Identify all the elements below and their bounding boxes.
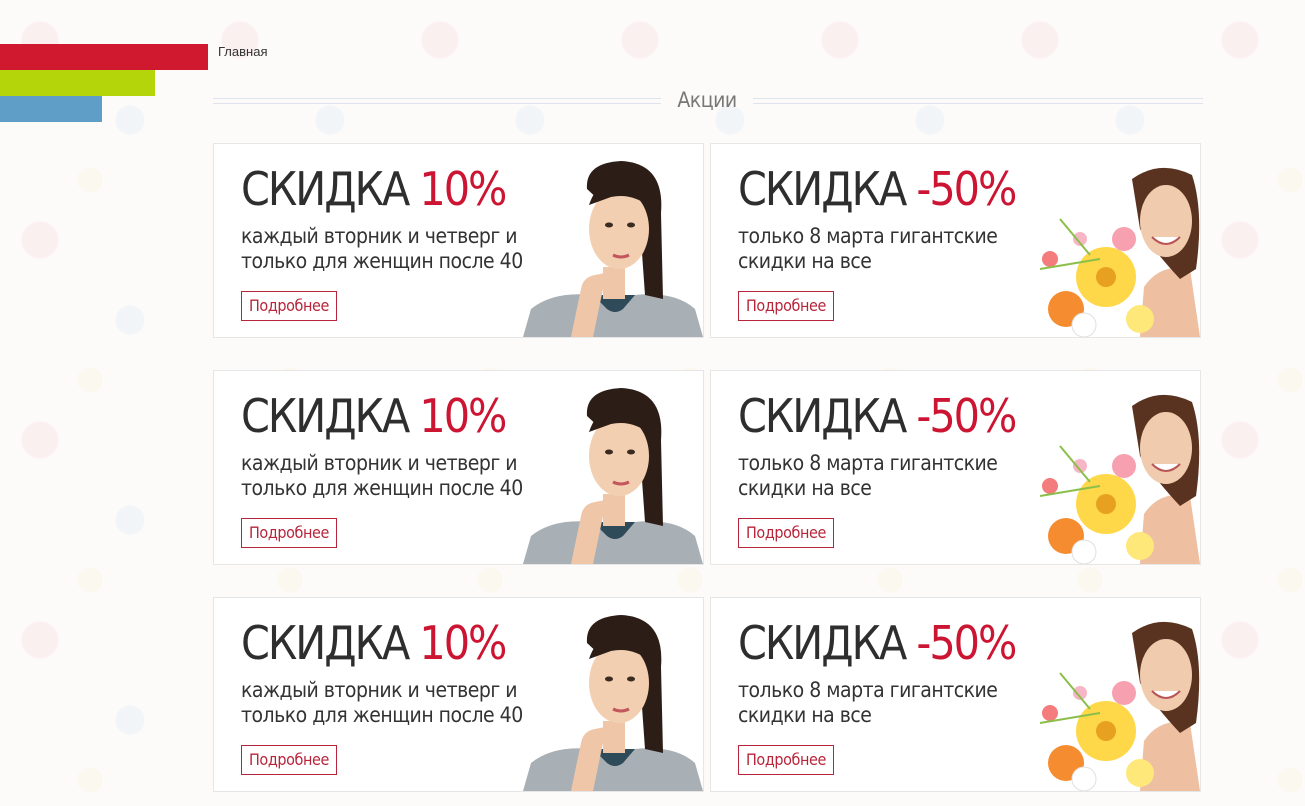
promo-headline-word: СКИДКА bbox=[241, 389, 410, 443]
promo-discount: -50% bbox=[916, 389, 1017, 443]
details-button[interactable]: Подробнее bbox=[241, 518, 337, 548]
promo-discount: -50% bbox=[916, 616, 1017, 670]
promo-headline: СКИДКА 10% bbox=[241, 387, 507, 445]
promo-description-line: только 8 марта гигантские bbox=[738, 451, 998, 475]
promo-description-line: скидки на все bbox=[738, 703, 872, 727]
promo-description: только 8 марта гигантские скидки на все bbox=[738, 224, 998, 274]
section-title: Акции bbox=[677, 88, 737, 112]
promo-description: каждый вторник и четверг и только для жен… bbox=[241, 678, 523, 728]
promo-card: СКИДКА 10% каждый вторник и четверг и тол… bbox=[213, 143, 704, 338]
woman-with-flowers-illustration bbox=[1020, 386, 1200, 564]
promo-card: СКИДКА -50% только 8 марта гигантские ски… bbox=[710, 370, 1201, 565]
promo-description-line: только для женщин после 40 bbox=[241, 476, 523, 500]
promo-card: СКИДКА 10% каждый вторник и четверг и тол… bbox=[213, 597, 704, 792]
promo-headline: СКИДКА 10% bbox=[241, 160, 507, 218]
brand-stripes bbox=[0, 44, 208, 122]
heading-divider-left bbox=[213, 98, 661, 104]
promo-discount: 10% bbox=[419, 162, 507, 216]
heading-divider-right bbox=[753, 98, 1203, 104]
promo-description-line: только для женщин после 40 bbox=[241, 249, 523, 273]
promo-discount: -50% bbox=[916, 162, 1017, 216]
promo-card: СКИДКА 10% каждый вторник и четверг и тол… bbox=[213, 370, 704, 565]
promo-headline: СКИДКА -50% bbox=[738, 160, 1017, 218]
promo-description-line: скидки на все bbox=[738, 476, 872, 500]
promo-headline-word: СКИДКА bbox=[241, 162, 410, 216]
promo-headline-word: СКИДКА bbox=[241, 616, 410, 670]
promo-headline-word: СКИДКА bbox=[738, 389, 907, 443]
breadcrumb-home-link[interactable]: Главная bbox=[218, 44, 267, 59]
promo-headline-word: СКИДКА bbox=[738, 616, 907, 670]
promo-description-line: каждый вторник и четверг и bbox=[241, 451, 518, 475]
promo-description-line: каждый вторник и четверг и bbox=[241, 224, 518, 248]
promo-card: СКИДКА -50% только 8 марта гигантские ски… bbox=[710, 597, 1201, 792]
promo-description-line: только 8 марта гигантские bbox=[738, 678, 998, 702]
thinking-woman-illustration bbox=[523, 159, 703, 337]
promo-card: СКИДКА -50% только 8 марта гигантские ски… bbox=[710, 143, 1201, 338]
promo-description-line: только для женщин после 40 bbox=[241, 703, 523, 727]
promo-description: каждый вторник и четверг и только для жен… bbox=[241, 224, 523, 274]
stripe-green bbox=[0, 70, 155, 96]
promo-discount: 10% bbox=[419, 389, 507, 443]
promo-discount: 10% bbox=[419, 616, 507, 670]
details-button[interactable]: Подробнее bbox=[241, 291, 337, 321]
promo-headline: СКИДКА -50% bbox=[738, 614, 1017, 672]
promo-headline: СКИДКА -50% bbox=[738, 387, 1017, 445]
promo-headline-word: СКИДКА bbox=[738, 162, 907, 216]
promo-description: только 8 марта гигантские скидки на все bbox=[738, 678, 998, 728]
promo-description: каждый вторник и четверг и только для жен… bbox=[241, 451, 523, 501]
details-button[interactable]: Подробнее bbox=[241, 745, 337, 775]
woman-with-flowers-illustration bbox=[1020, 613, 1200, 791]
details-button[interactable]: Подробнее bbox=[738, 291, 834, 321]
stripe-red bbox=[0, 44, 208, 70]
section-heading: Акции bbox=[213, 86, 1203, 120]
thinking-woman-illustration bbox=[523, 613, 703, 791]
promo-description: только 8 марта гигантские скидки на все bbox=[738, 451, 998, 501]
promo-description-line: только 8 марта гигантские bbox=[738, 224, 998, 248]
woman-with-flowers-illustration bbox=[1020, 159, 1200, 337]
promo-description-line: каждый вторник и четверг и bbox=[241, 678, 518, 702]
details-button[interactable]: Подробнее bbox=[738, 745, 834, 775]
promo-headline: СКИДКА 10% bbox=[241, 614, 507, 672]
stripe-blue bbox=[0, 96, 102, 122]
details-button[interactable]: Подробнее bbox=[738, 518, 834, 548]
promo-description-line: скидки на все bbox=[738, 249, 872, 273]
thinking-woman-illustration bbox=[523, 386, 703, 564]
